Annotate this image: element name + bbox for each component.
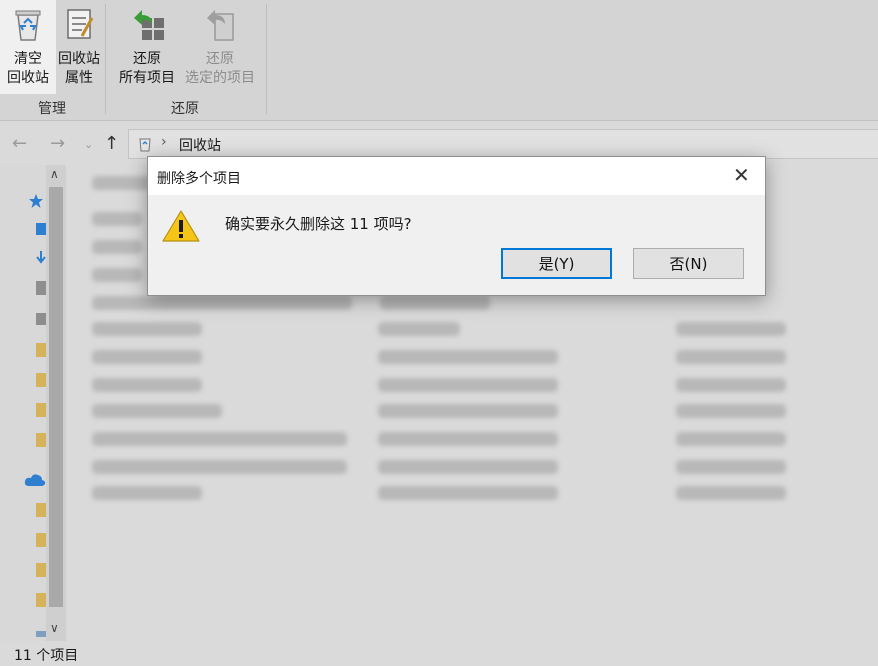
folder-icon[interactable] [36,433,46,447]
downloads-icon[interactable] [36,251,46,265]
close-icon[interactable]: ✕ [733,165,753,185]
recycle-bin-icon [11,6,45,42]
table-cell [676,404,786,418]
table-row[interactable] [92,460,347,474]
yes-button[interactable]: 是(Y) [501,248,612,279]
table-row[interactable] [92,212,142,226]
dialog-title-bar[interactable]: 删除多个项目 ✕ [148,157,765,195]
scroll-down-arrow-icon[interactable]: ∨ [50,621,59,635]
quick-access-star-icon[interactable] [28,193,44,209]
table-row[interactable] [92,268,142,282]
table-cell [676,350,786,364]
table-cell [378,404,558,418]
table-cell [676,378,786,392]
table-row[interactable] [92,404,222,418]
pictures-icon[interactable] [36,313,46,325]
restore-all-label-2: 所有项目 [119,70,175,86]
empty-recycle-bin-button[interactable]: 清空 回收站 [0,0,56,94]
table-cell [378,322,460,336]
table-cell [676,460,786,474]
folder-icon[interactable] [36,533,46,547]
delete-confirmation-dialog: 删除多个项目 ✕ 确实要永久删除这 11 项吗? 是(Y) 否(N) [147,156,766,296]
folder-icon[interactable] [36,403,46,417]
table-cell [378,432,558,446]
back-arrow-icon[interactable]: ← [12,133,27,154]
address-box[interactable]: › 回收站 [128,129,878,159]
scroll-up-arrow-icon[interactable]: ∧ [50,167,59,181]
navigation-scrollbar[interactable]: ∧ ∨ [46,165,66,641]
table-cell [676,486,786,500]
restore-selected-label-2: 选定的项目 [185,70,255,86]
table-row[interactable] [92,296,352,310]
onedrive-cloud-icon[interactable] [24,473,46,487]
table-row[interactable] [92,350,202,364]
table-row[interactable] [92,240,142,254]
table-cell [378,378,558,392]
breadcrumb-recycle-bin[interactable]: 回收站 [179,135,221,155]
props-label-2: 属性 [65,70,93,86]
restore-selected-label-1: 还原 [206,51,234,67]
dialog-title: 删除多个项目 [157,171,241,187]
folder-icon[interactable] [36,563,46,577]
recent-locations-chevron-icon[interactable]: ⌄ [84,138,93,151]
desktop-icon[interactable] [36,223,46,235]
table-cell [676,322,786,336]
group-label-manage: 管理 [38,101,66,117]
table-cell [378,486,558,500]
table-row[interactable] [92,322,202,336]
scrollbar-thumb[interactable] [49,187,63,607]
restore-selected-items-button[interactable]: 还原 选定的项目 [180,0,260,94]
restore-all-items-button[interactable]: 还原 所有项目 [114,0,180,94]
recycle-bin-small-icon [139,138,151,152]
group-label-restore: 还原 [171,101,199,117]
this-pc-icon[interactable] [36,631,46,637]
folder-icon[interactable] [36,593,46,607]
table-row[interactable] [92,432,347,446]
forward-arrow-icon[interactable]: → [50,133,65,154]
empty-label-2: 回收站 [7,70,49,86]
ribbon: 清空 回收站 回收站 属性 还原 所有项目 还原 选定的项目 管理 还原 [0,0,878,121]
ribbon-separator [105,4,106,114]
table-row[interactable] [92,378,202,392]
dialog-message: 确实要永久删除这 11 项吗? [225,215,412,233]
folder-icon[interactable] [36,343,46,357]
table-row[interactable] [92,486,202,500]
status-bar-item-count: 11 个项目 [14,648,79,664]
no-button[interactable]: 否(N) [633,248,744,279]
warning-icon [162,210,200,242]
properties-icon [62,6,96,42]
documents-icon[interactable] [36,281,46,295]
recycle-bin-properties-button[interactable]: 回收站 属性 [55,0,103,94]
breadcrumb-separator: › [161,134,167,150]
table-row[interactable] [380,296,490,310]
ribbon-separator [266,4,267,114]
up-arrow-icon[interactable]: ↑ [104,133,119,154]
folder-icon[interactable] [36,373,46,387]
table-cell [378,460,558,474]
empty-label-1: 清空 [14,51,42,67]
table-cell [676,432,786,446]
restore-selected-icon [203,6,237,42]
restore-all-icon [130,6,164,42]
table-cell [378,350,558,364]
props-label-1: 回收站 [58,51,100,67]
restore-all-label-1: 还原 [133,51,161,67]
folder-icon[interactable] [36,503,46,517]
